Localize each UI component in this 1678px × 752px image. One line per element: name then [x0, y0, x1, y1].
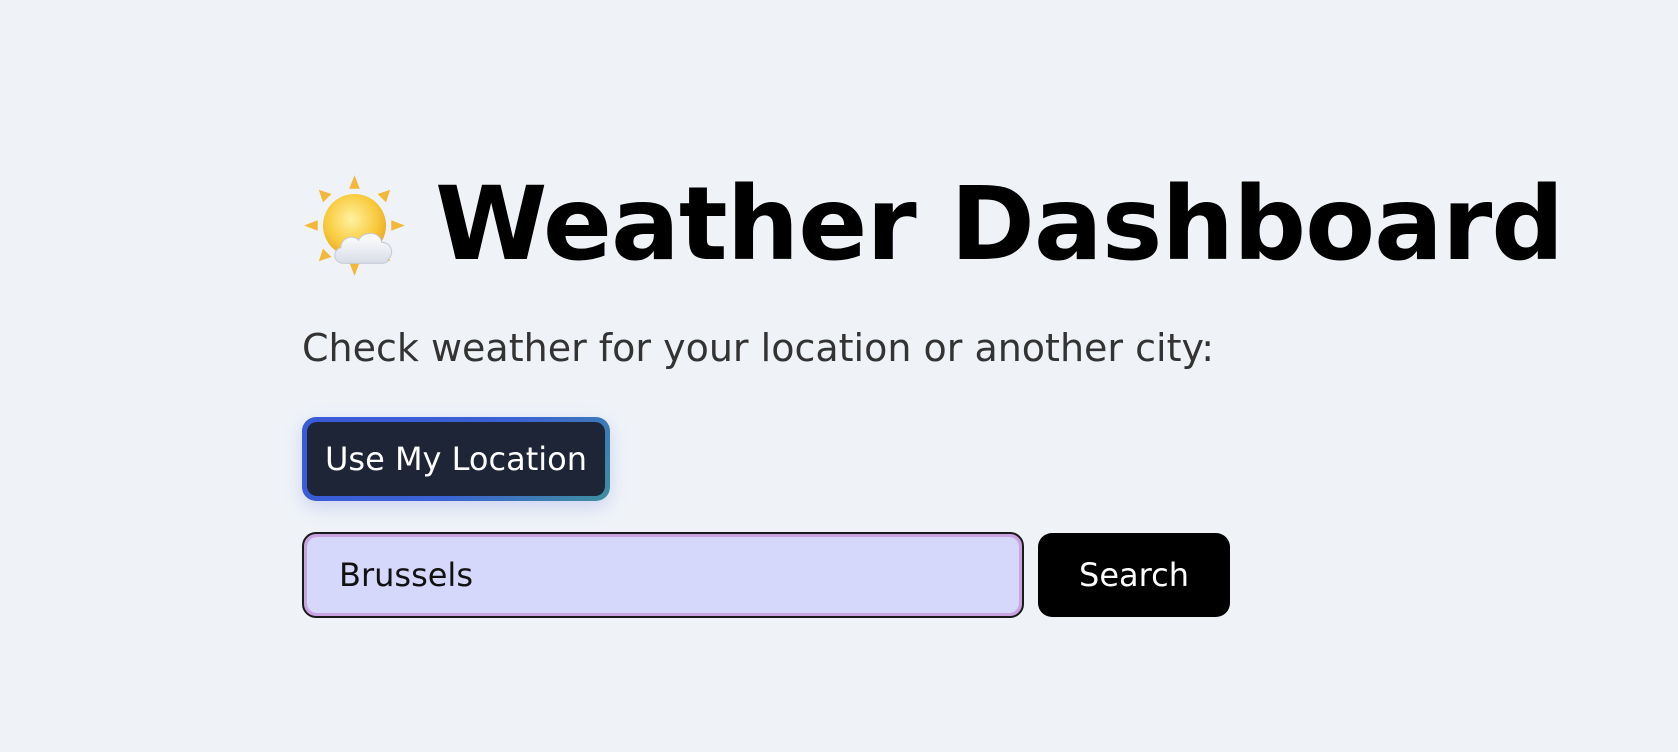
city-search-field[interactable]	[302, 532, 1024, 618]
use-my-location-button[interactable]: Use My Location	[302, 417, 610, 501]
header: Weather Dashboard	[302, 165, 1564, 284]
use-my-location-label: Use My Location	[307, 422, 605, 496]
search-button[interactable]: Search	[1038, 533, 1230, 617]
sun-behind-cloud-icon	[304, 174, 405, 276]
city-search-input[interactable]	[307, 537, 1019, 613]
page-title: Weather Dashboard	[435, 165, 1564, 284]
subtitle: Check weather for your location or anoth…	[302, 326, 1214, 370]
